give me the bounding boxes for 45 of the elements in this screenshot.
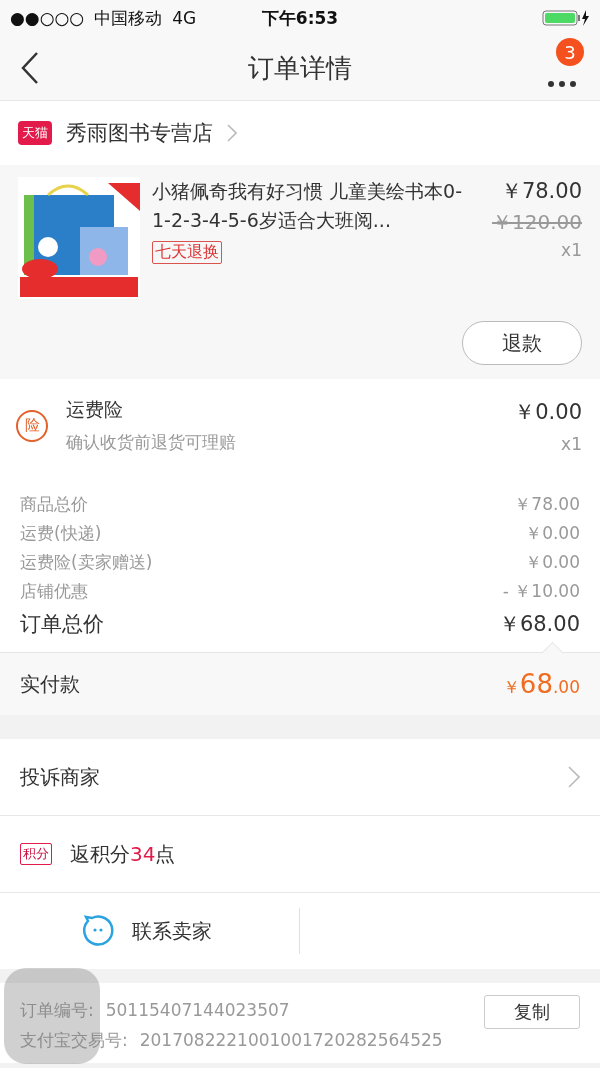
page-title: 订单详情 <box>248 52 352 83</box>
chevron-right-icon <box>568 766 580 788</box>
complaint-label: 投诉商家 <box>20 763 100 791</box>
summary-value: ￥68.00 <box>498 611 580 638</box>
return-policy-tag: 七天退换 <box>152 241 222 264</box>
product-title[interactable]: 小猪佩奇我有好习惯 儿童美绘书本0-1-2-3-4-5-6岁适合大班阅... <box>152 177 470 235</box>
notification-badge: 3 <box>556 38 584 66</box>
back-icon[interactable] <box>20 51 40 85</box>
insurance-subtitle: 确认收货前退货可理赔 <box>66 431 237 454</box>
refund-button[interactable]: 退款 <box>462 321 582 365</box>
product-price: ￥78.00 <box>500 178 582 205</box>
insurance-icon: 险 <box>16 409 48 442</box>
network-type: 4G <box>172 8 197 28</box>
insurance-title: 运费险 <box>66 397 124 422</box>
insurance-price: ￥0.00 <box>514 398 582 426</box>
info-value: 2017082221001001720282564525 <box>139 1029 443 1052</box>
summary-value: ￥78.00 <box>514 493 580 516</box>
paid-amount: ￥68.00 <box>502 669 580 699</box>
original-price: ￥120.00 <box>492 209 582 236</box>
signal-strength: ●●○○○ <box>10 8 85 28</box>
copy-button[interactable]: 复制 <box>484 995 580 1029</box>
info-label: 支付宝交易号: <box>20 1029 128 1052</box>
summary-label: 运费险(卖家赠送) <box>20 551 153 574</box>
summary-label: 商品总价 <box>20 493 88 516</box>
summary-label: 订单总价 <box>20 611 104 638</box>
store-tag: 天猫 <box>18 121 52 145</box>
summary-value: ￥0.00 <box>525 522 580 545</box>
store-name[interactable]: 秀雨图书专营店 <box>66 119 213 147</box>
summary-value: - ￥10.00 <box>502 580 580 603</box>
quantity: x1 <box>561 433 582 454</box>
summary-label: 运费(快递) <box>20 522 102 545</box>
info-value: 50115407144023507 <box>105 999 290 1022</box>
battery-icon <box>542 9 590 27</box>
summary-label: 店铺优惠 <box>20 580 88 603</box>
chat-face-icon <box>82 915 114 947</box>
paid-label: 实付款 <box>20 670 80 698</box>
clock-time: 下午6:53 <box>261 7 339 28</box>
quantity: x1 <box>561 240 582 260</box>
more-icon[interactable] <box>547 80 577 88</box>
info-label: 订单编号: <box>20 999 94 1022</box>
complaint-row[interactable]: 投诉商家 <box>0 739 600 816</box>
carrier-name: 中国移动 <box>94 6 163 30</box>
points-tag: 积分 <box>20 843 52 865</box>
summary-value: ￥0.00 <box>525 551 580 574</box>
points-text: 返积分34点 <box>70 840 176 868</box>
